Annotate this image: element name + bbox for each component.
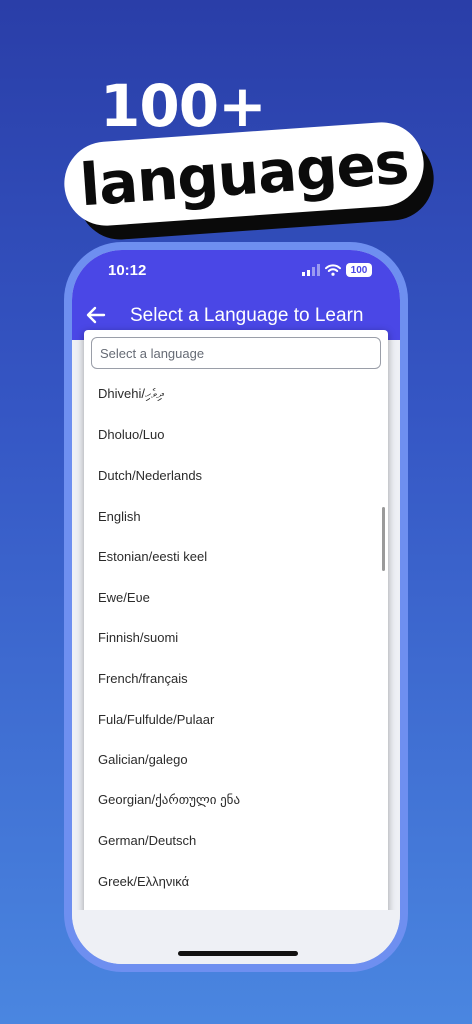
language-option[interactable]: Greek/Ελληνικά	[84, 861, 388, 902]
app-header: 10:12 100 Select a Language to Learn	[72, 250, 400, 340]
language-option[interactable]: Dhivehi/ދިވެހި	[84, 374, 388, 415]
battery-icon: 100	[346, 263, 372, 277]
language-option[interactable]: German/Deutsch	[84, 821, 388, 862]
headline-number: 100+	[100, 72, 267, 140]
phone-screen: 10:12 100 Select a Language to Learn Sel…	[72, 250, 400, 964]
language-dropdown: Dhivehi/ދިވެހި Dholuo/Luo Dutch/Nederlan…	[84, 330, 388, 938]
language-option[interactable]: French/français	[84, 658, 388, 699]
language-search-input[interactable]	[91, 337, 381, 369]
status-time: 10:12	[108, 262, 147, 279]
language-option[interactable]: Galician/galego	[84, 739, 388, 780]
wifi-icon	[325, 264, 341, 276]
language-option[interactable]: Estonian/eesti keel	[84, 536, 388, 577]
language-option[interactable]: Dholuo/Luo	[84, 415, 388, 456]
language-option[interactable]: English	[84, 496, 388, 537]
language-option[interactable]: Dutch/Nederlands	[84, 455, 388, 496]
list-scrollbar[interactable]	[382, 507, 385, 571]
language-option[interactable]: Georgian/ქართული ენა	[84, 780, 388, 821]
status-icons: 100	[302, 263, 372, 277]
signal-icon	[302, 264, 320, 276]
back-arrow-icon[interactable]	[84, 303, 108, 327]
language-list: Dhivehi/ދިވެހި Dholuo/Luo Dutch/Nederlan…	[84, 374, 388, 938]
language-option[interactable]: Fula/Fulfulde/Pulaar	[84, 699, 388, 740]
language-option[interactable]: Ewe/Eʋe	[84, 577, 388, 618]
page-title: Select a Language to Learn	[130, 305, 364, 326]
home-indicator[interactable]	[178, 951, 298, 956]
phone-frame: 10:12 100 Select a Language to Learn Sel…	[64, 242, 408, 972]
language-option[interactable]: Finnish/suomi	[84, 618, 388, 659]
headline-word: languages	[77, 128, 411, 220]
